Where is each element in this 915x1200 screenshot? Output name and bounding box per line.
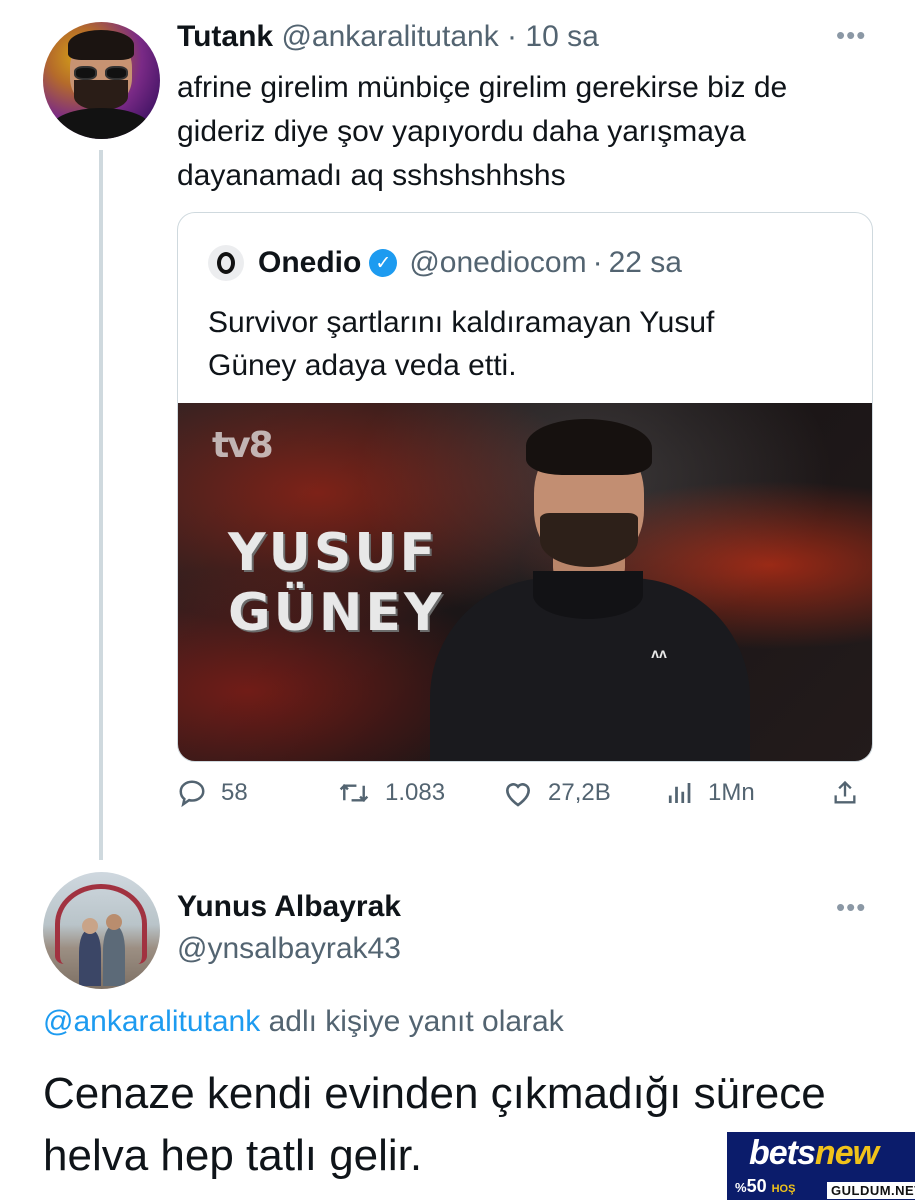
tweet2-handle[interactable]: @ynsalbayrak43 [177, 932, 401, 966]
tweet1-text-line: afrine girelim münbiçe girelim gerekirse… [177, 71, 788, 104]
person-beard [540, 513, 638, 567]
like-icon [505, 783, 531, 807]
retweet-count: 1.083 [385, 779, 446, 806]
like-count: 27,2B [548, 779, 611, 806]
betsnew-watermark: betsnew %50 HOŞ GULDUM.NET [727, 1132, 915, 1200]
person-collar [533, 571, 643, 619]
share-icon [834, 780, 856, 804]
tweet-action-bar: 58 1.083 27,2B 1Mn [177, 778, 873, 818]
quoted-handle[interactable]: @onediocom [409, 246, 586, 280]
watermark-site: GULDUM.NET [827, 1182, 915, 1199]
tweet2-display-name[interactable]: Yunus Albayrak [177, 890, 401, 924]
tutank-avatar[interactable] [43, 22, 160, 139]
quoted-separator: · [592, 246, 603, 279]
media-title-line: YUSUF [228, 523, 439, 583]
like-button[interactable]: 27,2B [502, 778, 611, 808]
views-icon [668, 783, 691, 803]
thread-connector-line [99, 150, 103, 860]
tweet2-more-icon[interactable]: ••• [836, 892, 866, 923]
reply-to-link[interactable]: @ankaralitutank [43, 1005, 260, 1038]
shirt-logo: ᴧᴧ [651, 645, 667, 661]
tweet1-display-name[interactable]: Tutank [177, 20, 273, 53]
media-title-overlay: YUSUF GÜNEY [228, 523, 445, 643]
retweet-button[interactable]: 1.083 [337, 778, 445, 808]
quoted-text-line: Güney adaya veda etti. [208, 349, 517, 382]
verified-badge-icon: ✓ [369, 249, 398, 277]
quoted-tweet-text: Survivor şartlarını kaldıramayan Yusuf G… [208, 301, 848, 387]
watermark-brand: betsnew [749, 1134, 879, 1172]
yunus-avatar[interactable] [43, 872, 160, 989]
quoted-media-image[interactable]: tv8 YUSUF GÜNEY ᴧᴧ [178, 403, 872, 761]
watermark-promo: %50 HOŞ [735, 1176, 796, 1196]
reply-button[interactable]: 58 [177, 778, 248, 808]
tweet1-header: Tutank @ankaralitutank · 10 sa [177, 20, 599, 54]
reply-count: 58 [221, 779, 248, 806]
tv8-logo: tv8 [212, 425, 274, 466]
tweet1-separator: · [507, 20, 518, 53]
reply-icon [179, 780, 205, 808]
quoted-display-name[interactable]: Onedio [258, 246, 361, 280]
views-count: 1Mn [708, 779, 755, 806]
reply-to-suffix: adlı kişiye yanıt olarak [260, 1005, 564, 1038]
tweet1-time[interactable]: 10 sa [525, 20, 598, 53]
share-button[interactable] [831, 778, 873, 808]
tweet1-text-line: gideriz diye şov yapıyordu daha yarışmay… [177, 115, 746, 148]
tweet1-text-line: dayanamadı aq sshshshhshs [177, 159, 566, 192]
quoted-time[interactable]: 22 sa [609, 246, 682, 280]
quoted-tweet-header: Onedio ✓ @onediocom · 22 sa [208, 245, 682, 281]
tweet1-text: afrine girelim münbiçe girelim gerekirse… [177, 66, 877, 198]
replying-to-notice: @ankaralitutank adlı kişiye yanıt olarak [43, 1005, 564, 1039]
media-title-line: GÜNEY [228, 583, 445, 643]
tweet2-text-line: Cenaze kendi evinden çıkmadığı sürece [43, 1069, 826, 1118]
quoted-tweet-card[interactable]: Onedio ✓ @onediocom · 22 sa Survivor şar… [177, 212, 873, 762]
views-button[interactable]: 1Mn [664, 778, 755, 808]
tweet1-more-icon[interactable]: ••• [836, 20, 866, 51]
person-hair [526, 419, 652, 475]
onedio-avatar[interactable] [208, 245, 244, 281]
quoted-text-line: Survivor şartlarını kaldıramayan Yusuf [208, 306, 715, 339]
tweet1-handle[interactable]: @ankaralitutank [281, 20, 498, 53]
retweet-icon [339, 783, 369, 803]
